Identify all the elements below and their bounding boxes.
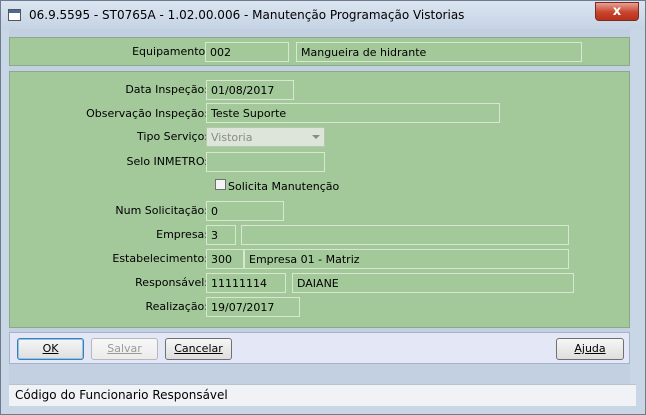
solicita-manutencao-checkbox[interactable] <box>215 179 226 190</box>
close-button[interactable]: x <box>595 2 639 21</box>
responsavel-label: Responsável: <box>135 276 208 289</box>
window-title: 06.9.5595 - ST0765A - 1.02.00.006 - Manu… <box>29 8 465 22</box>
window: 06.9.5595 - ST0765A - 1.02.00.006 - Manu… <box>0 0 646 415</box>
dialog-client: Equipamento: 002 Mangueira de hidrante D… <box>9 29 630 384</box>
empresa-label: Empresa: <box>156 228 208 241</box>
close-icon: x <box>612 4 622 19</box>
chevron-down-icon <box>312 135 320 139</box>
ajuda-button-label: Ajuda <box>574 342 606 355</box>
solicita-manutencao-label: Solicita Manutenção <box>228 180 340 193</box>
estabelecimento-name-field[interactable]: Empresa 01 - Matriz <box>244 249 569 269</box>
salvar-button-label: Salvar <box>107 342 142 355</box>
button-bar: OK Salvar Cancelar Ajuda <box>9 332 630 364</box>
form-panel: Data Inspeção: 01/08/2017 Observação Ins… <box>9 71 630 328</box>
status-bar-text: Código do Funcionario Responsável <box>15 388 228 402</box>
selo-inmetro-label: Selo INMETRO: <box>126 155 208 168</box>
cancelar-button-label: Cancelar <box>174 342 223 355</box>
observacao-field[interactable]: Teste Suporte <box>206 103 500 123</box>
app-icon <box>8 9 21 21</box>
ok-button-label: OK <box>42 342 59 355</box>
equipamento-description-field[interactable]: Mangueira de hidrante <box>296 42 582 62</box>
tipo-servico-label: Tipo Serviço: <box>137 130 208 143</box>
responsavel-name-field[interactable]: DAIANE <box>292 273 574 293</box>
realizacao-label: Realização: <box>145 300 208 313</box>
realizacao-field[interactable]: 19/07/2017 <box>206 297 300 317</box>
responsavel-code-field[interactable]: 11111114 <box>206 273 286 293</box>
status-bar: Código do Funcionario Responsável <box>9 384 636 406</box>
equipamento-label: Equipamento: <box>132 45 209 58</box>
estabelecimento-code-field[interactable]: 300 <box>206 249 244 269</box>
observacao-label: Observação Inspeção: <box>86 107 208 120</box>
ajuda-button[interactable]: Ajuda <box>556 338 624 360</box>
data-inspecao-field[interactable]: 01/08/2017 <box>206 80 294 100</box>
data-inspecao-label: Data Inspeção: <box>125 83 208 96</box>
equipment-panel: Equipamento: 002 Mangueira de hidrante <box>9 37 630 66</box>
selo-inmetro-field[interactable] <box>206 152 325 172</box>
empresa-name-field[interactable] <box>241 225 569 245</box>
tipo-servico-value: Vistoria <box>211 131 253 144</box>
num-solicitacao-field[interactable]: 0 <box>206 201 284 221</box>
num-solicitacao-label: Num Solicitação: <box>115 204 208 217</box>
empresa-code-field[interactable]: 3 <box>206 225 236 245</box>
ok-button[interactable]: OK <box>17 338 84 360</box>
salvar-button[interactable]: Salvar <box>91 338 158 360</box>
title-bar[interactable]: 06.9.5595 - ST0765A - 1.02.00.006 - Manu… <box>1 1 645 29</box>
tipo-servico-select[interactable]: Vistoria <box>206 127 325 147</box>
estabelecimento-label: Estabelecimento: <box>112 252 208 265</box>
cancelar-button[interactable]: Cancelar <box>165 338 232 360</box>
equipamento-code-field[interactable]: 002 <box>205 42 289 62</box>
